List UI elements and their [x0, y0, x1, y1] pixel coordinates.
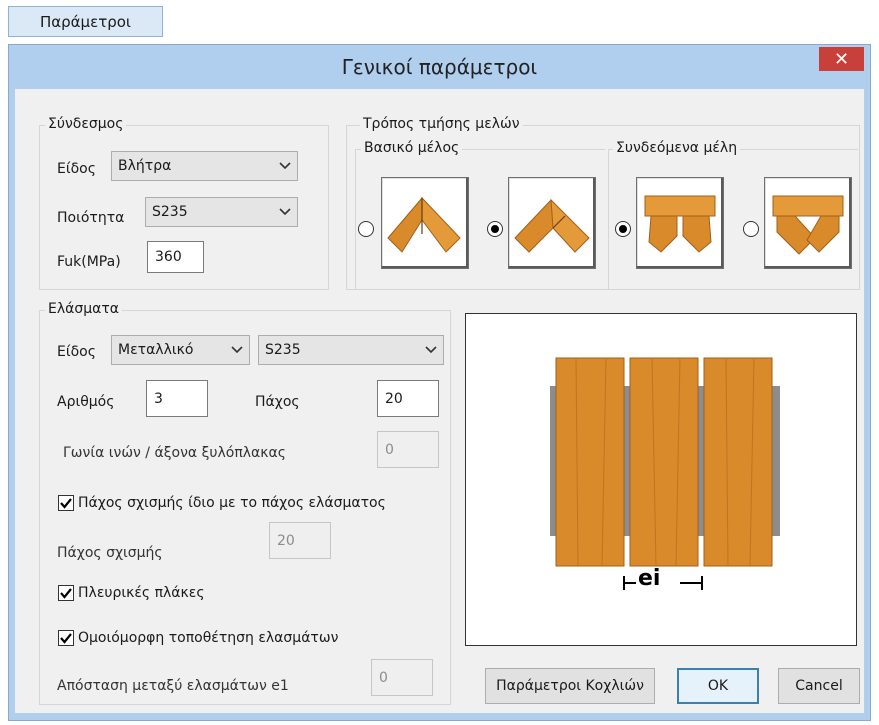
general-parameters-dialog: Γενικοί παράμετροι ✕ Σύνδεσμος Είδος Βλή… — [8, 44, 871, 721]
connector-quality-value: S235 — [152, 204, 188, 220]
connected-cut-option-2-radio[interactable] — [743, 221, 759, 237]
close-icon: ✕ — [833, 48, 850, 70]
plates-group-label: Ελάσματα — [45, 301, 123, 317]
plate-count-input[interactable]: 3 — [146, 380, 208, 417]
main-cut-option-1-button[interactable] — [381, 177, 469, 269]
fiber-angle-label: Γωνία ινών / άξονα ξυλόπλακας — [63, 445, 286, 461]
chevron-down-icon — [425, 346, 437, 354]
side-plates-label: Πλευρικές πλάκες — [78, 585, 205, 601]
checkmark-icon — [60, 588, 72, 599]
ok-button[interactable]: OK — [677, 668, 759, 704]
preview-panel: ei — [465, 313, 857, 646]
main-member-label: Βασικό μέλος — [361, 140, 463, 156]
continuous-main-member-icon — [514, 198, 590, 253]
checkmark-icon — [60, 498, 72, 509]
plate-layout-preview — [542, 354, 782, 600]
spacing-dimension-label: ei — [638, 566, 661, 591]
t-joint-overlap-icon — [772, 195, 844, 255]
same-slot-checkbox[interactable] — [58, 495, 74, 511]
connector-quality-select[interactable]: S235 — [145, 197, 298, 227]
bolt-parameters-label: Παράμετροι Κοχλιών — [496, 678, 644, 694]
cancel-label: Cancel — [795, 678, 843, 694]
main-cut-option-2-radio[interactable] — [487, 221, 503, 237]
cancel-button[interactable]: Cancel — [778, 668, 860, 704]
fiber-angle-input[interactable]: 0 — [377, 431, 439, 468]
connector-quality-label: Ποιότητα — [57, 210, 125, 226]
fuk-label: Fuk(MPa) — [57, 254, 121, 270]
plate-count-label: Αριθμός — [57, 394, 115, 410]
radio-selected-dot — [619, 225, 627, 233]
dialog-client-area: Σύνδεσμος Είδος Βλήτρα Ποιότητα S235 Fuk… — [15, 89, 864, 713]
connector-type-select[interactable]: Βλήτρα — [111, 151, 298, 181]
slot-thickness-input[interactable]: 20 — [269, 522, 331, 559]
main-cut-option-1-radio[interactable] — [358, 221, 374, 237]
parameters-tab-label: Παράμετροι — [39, 12, 132, 31]
same-slot-label: Πάχος σχισμής ίδιο με το πάχος ελάσματος — [78, 495, 386, 511]
side-plates-checkbox[interactable] — [58, 585, 74, 601]
fuk-input[interactable]: 360 — [147, 241, 204, 273]
parameters-tab-button[interactable]: Παράμετροι — [8, 6, 163, 37]
ok-label: OK — [707, 678, 729, 694]
connected-cut-option-1-button[interactable] — [636, 177, 724, 269]
mitre-joint-icon — [387, 196, 461, 253]
main-cut-option-2-button[interactable] — [508, 177, 596, 269]
chevron-down-icon — [279, 162, 291, 170]
bolt-parameters-button[interactable]: Παράμετροι Κοχλιών — [485, 668, 655, 704]
plate-spacing-value: 0 — [379, 669, 388, 686]
chevron-down-icon — [231, 346, 243, 354]
plates-type-label: Είδος — [57, 344, 96, 360]
t-joint-butted-icon — [644, 195, 716, 253]
connector-type-label: Είδος — [57, 161, 96, 177]
plate-grade-select[interactable]: S235 — [258, 335, 444, 365]
connector-type-value: Βλήτρα — [118, 158, 172, 174]
slot-thickness-value: 20 — [277, 532, 295, 549]
close-button[interactable]: ✕ — [819, 47, 864, 71]
connected-cut-option-2-button[interactable] — [764, 177, 852, 269]
timber-boards — [555, 357, 773, 567]
cut-mode-group-label: Τρόπος τμήσης μελών — [360, 116, 523, 132]
checkmark-icon — [60, 633, 72, 644]
plate-thickness-input[interactable]: 20 — [377, 380, 439, 417]
plate-spacing-input[interactable]: 0 — [371, 659, 433, 696]
plate-thickness-label: Πάχος — [255, 394, 300, 410]
uniform-placement-label: Ομοιόμορφη τοποθέτηση ελασμάτων — [78, 630, 339, 646]
fuk-value: 360 — [155, 249, 182, 265]
connector-group-label: Σύνδεσμος — [45, 116, 127, 132]
uniform-placement-checkbox[interactable] — [58, 630, 74, 646]
dialog-titlebar: Γενικοί παράμετροι — [9, 45, 870, 89]
plate-count-value: 3 — [154, 390, 163, 407]
plate-spacing-label: Απόσταση μεταξύ ελασμάτων e1 — [57, 678, 289, 694]
dialog-title: Γενικοί παράμετροι — [341, 55, 538, 79]
connected-cut-option-1-radio[interactable] — [615, 221, 631, 237]
radio-selected-dot — [491, 225, 499, 233]
chevron-down-icon — [279, 208, 291, 216]
plate-material-value: Μεταλλικό — [118, 342, 194, 358]
fiber-angle-value: 0 — [385, 441, 394, 458]
plate-grade-value: S235 — [265, 342, 301, 358]
plate-material-select[interactable]: Μεταλλικό — [111, 335, 250, 365]
plate-thickness-value: 20 — [385, 390, 403, 407]
slot-thickness-label: Πάχος σχισμής — [57, 545, 163, 561]
connected-members-label: Συνδεόμενα μέλη — [613, 140, 741, 156]
